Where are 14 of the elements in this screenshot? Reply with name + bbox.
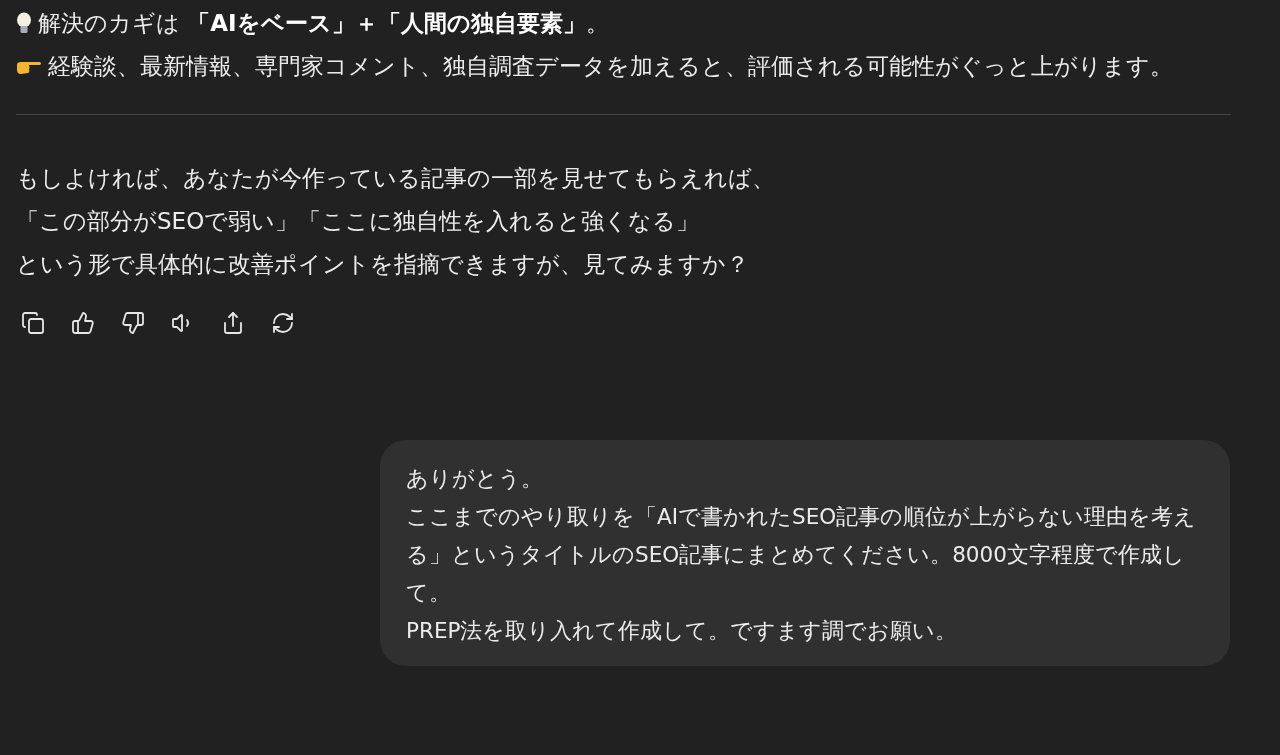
- key-point-text: 解決のカギは 「AIをベース」＋「人間の独自要素」。: [38, 9, 609, 38]
- thumbs-down-icon[interactable]: [120, 310, 146, 336]
- tip-text: 経験談、最新情報、専門家コメント、独自調査データを加えると、評価される可能性がぐっと上がります。: [48, 52, 1173, 81]
- message-text: ここまでのやり取りを「AIで書かれたSEO記事の順位が上がらない理由を考える」というタイトルのSEO記事にまとめてください。8000文字程度で作成して。: [406, 503, 1198, 607]
- lightbulb-icon: [16, 12, 32, 36]
- message-text: という形で具体的に改善ポイントを指摘できますが、見てみますか？: [16, 250, 750, 279]
- refresh-icon[interactable]: [270, 310, 296, 336]
- message-text: PREP法を取り入れて作成して。ですます調でお願い。: [406, 617, 959, 645]
- thumbs-up-icon[interactable]: [70, 310, 96, 336]
- pointing-hand-icon: [16, 60, 42, 76]
- message-text: ありがとう。: [406, 465, 544, 493]
- copy-icon[interactable]: [20, 310, 46, 336]
- message-text: 「この部分がSEOで弱い」「ここに独自性を入れると強くなる」: [16, 207, 701, 236]
- message-text: もしよければ、あなたが今作っている記事の一部を見せてもらえれば、: [16, 164, 776, 193]
